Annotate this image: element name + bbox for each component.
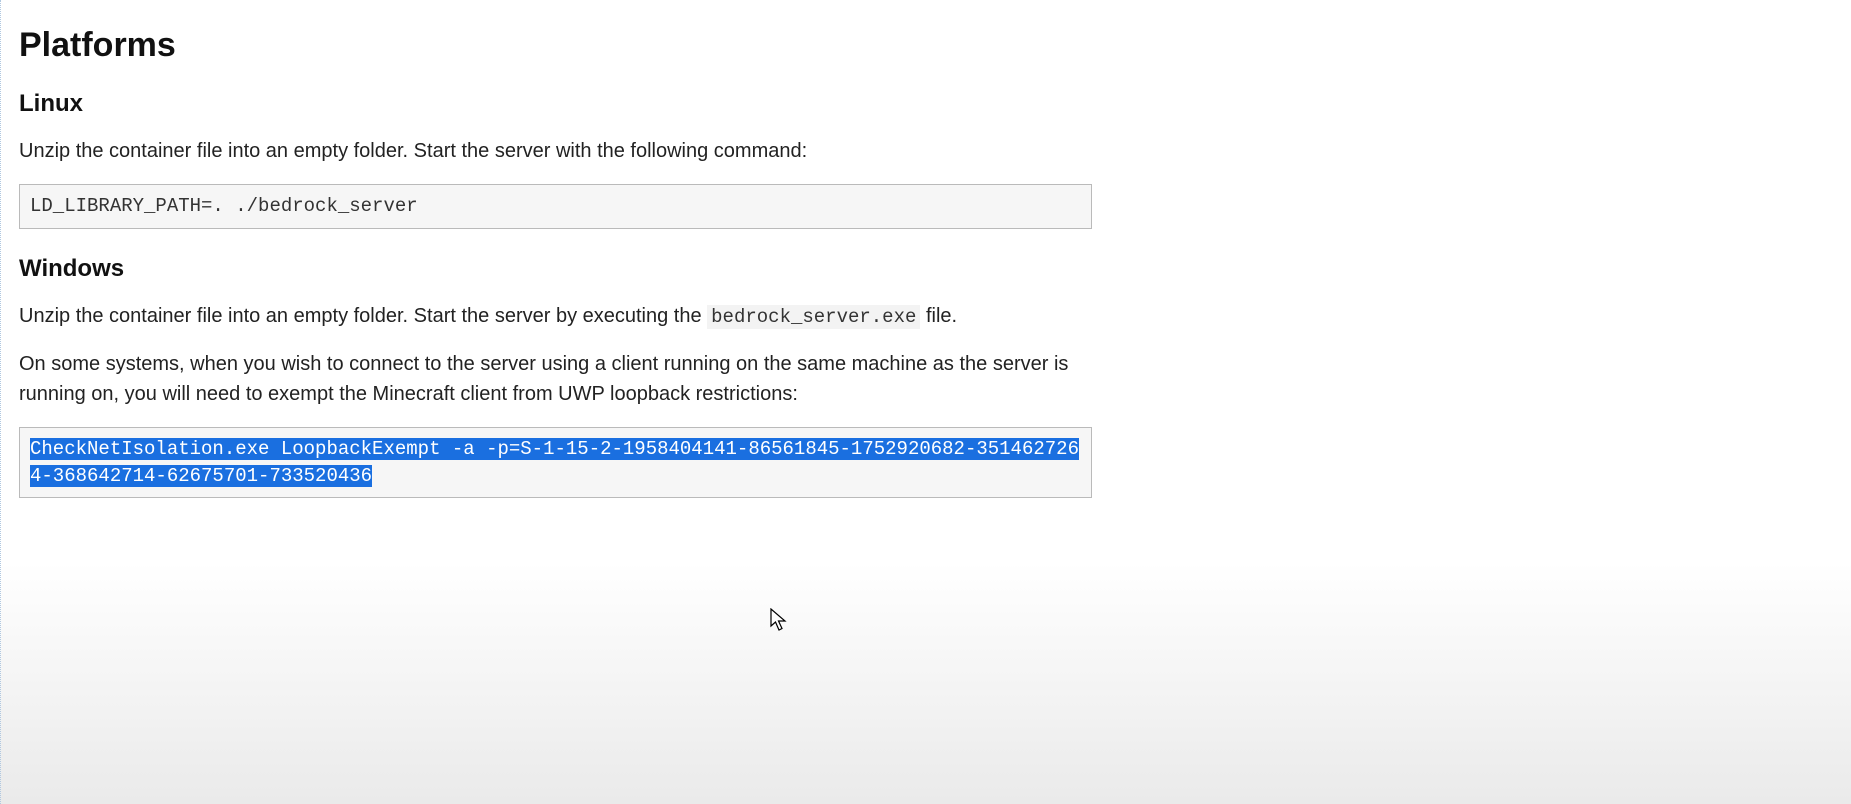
section-heading-windows: Windows [19, 255, 1092, 283]
document-page: Platforms Linux Unzip the container file… [0, 0, 1110, 804]
linux-intro-text: Unzip the container file into an empty f… [19, 136, 1092, 166]
page-title: Platforms [19, 26, 1092, 65]
linux-command-text: LD_LIBRARY_PATH=. ./bedrock_server [30, 195, 418, 217]
linux-command-block[interactable]: LD_LIBRARY_PATH=. ./bedrock_server [19, 184, 1092, 229]
windows-intro-pre: Unzip the container file into an empty f… [19, 305, 707, 327]
windows-intro-text: Unzip the container file into an empty f… [19, 301, 1092, 332]
windows-intro-post: file. [920, 305, 957, 327]
section-heading-linux: Linux [19, 90, 1092, 118]
windows-command-block[interactable]: CheckNetIsolation.exe LoopbackExempt -a … [19, 427, 1092, 498]
windows-loopback-note: On some systems, when you wish to connec… [19, 349, 1092, 409]
bedrock-exe-name: bedrock_server.exe [707, 305, 920, 329]
windows-command-text: CheckNetIsolation.exe LoopbackExempt -a … [30, 438, 1079, 487]
